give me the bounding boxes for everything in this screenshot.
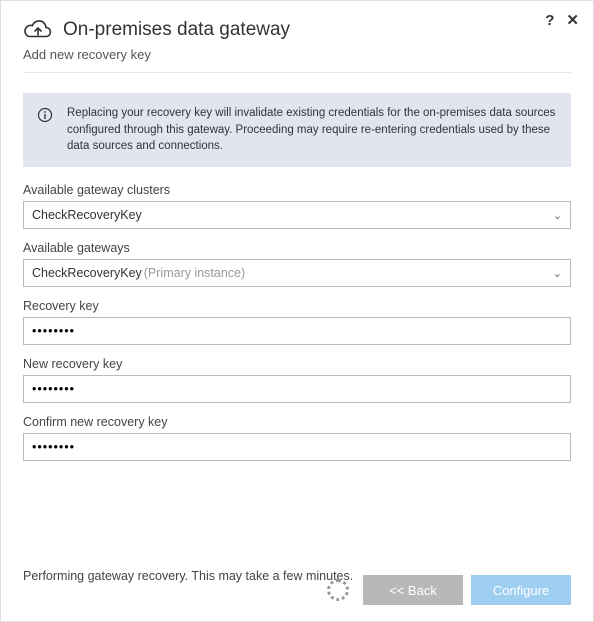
close-icon[interactable]: ✕	[566, 11, 579, 29]
divider	[23, 72, 571, 73]
header: On-premises data gateway	[23, 19, 571, 41]
page-subtitle: Add new recovery key	[23, 47, 571, 62]
clusters-value: CheckRecoveryKey	[32, 208, 142, 222]
loading-spinner-icon	[327, 579, 349, 601]
confirm-recovery-key-label: Confirm new recovery key	[23, 415, 571, 429]
gateways-suffix: (Primary instance)	[144, 266, 245, 280]
cloud-gateway-icon	[23, 19, 53, 41]
help-icon[interactable]: ?	[545, 12, 554, 29]
chevron-down-icon: ⌄	[553, 267, 562, 280]
page-title: On-premises data gateway	[63, 19, 290, 41]
recovery-key-input[interactable]	[32, 324, 562, 338]
clusters-select[interactable]: CheckRecoveryKey ⌄	[23, 201, 571, 229]
chevron-down-icon: ⌄	[553, 209, 562, 222]
info-banner: Replacing your recovery key will invalid…	[23, 93, 571, 167]
clusters-label: Available gateway clusters	[23, 183, 571, 197]
gateways-select[interactable]: CheckRecoveryKey (Primary instance) ⌄	[23, 259, 571, 287]
configure-button[interactable]: Configure	[471, 575, 571, 605]
back-button[interactable]: << Back	[363, 575, 463, 605]
new-recovery-key-label: New recovery key	[23, 357, 571, 371]
new-recovery-key-input[interactable]	[32, 382, 562, 396]
info-banner-text: Replacing your recovery key will invalid…	[67, 105, 557, 155]
gateways-label: Available gateways	[23, 241, 571, 255]
confirm-recovery-key-input[interactable]	[32, 440, 562, 454]
gateways-value: CheckRecoveryKey	[32, 266, 142, 280]
info-icon	[37, 107, 53, 123]
recovery-key-label: Recovery key	[23, 299, 571, 313]
